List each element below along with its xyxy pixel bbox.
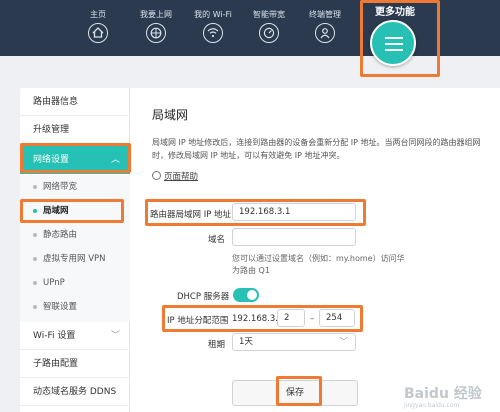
sidebar-item-label: 网络设置 [33,155,70,165]
toggle-knob [247,290,257,300]
nav-wifi[interactable]: 我的 Wi-Fi [185,0,241,43]
watermark: Baidu 经验 jingyan.baidu.com [404,386,500,412]
nav-wifi-label: 我的 Wi-Fi [194,10,232,19]
sidebar-item-wifi-settings[interactable]: Wi-Fi 设置 ﹀ [20,322,130,350]
help-icon [152,171,161,180]
sidebar-subitem-label: 智联设置 [43,302,78,312]
sidebar-item-label: 升级管理 [33,125,70,135]
menu-icon[interactable] [370,20,416,66]
ip-range-separator: – [310,314,315,324]
sidebar-item-label: 子路由配置 [33,359,79,369]
bullet-icon [33,257,37,261]
lan-content: 局域网 局域网 IP 地址修改后，连接到路由器的设备会重新分配 IP 地址。当两… [150,88,500,412]
sidebar-subitem-label: 虚拟专用网 VPN [43,254,106,264]
save-button[interactable]: 保存 [232,380,358,406]
nav-devices[interactable]: 终端管理 [297,0,353,43]
bullet-icon [33,233,37,237]
dhcp-toggle[interactable] [233,288,259,302]
sidebar-item-router-info[interactable]: 路由器信息 [20,88,130,116]
sidebar-item-upgrade[interactable]: 升级管理 [20,116,130,144]
ip-address-input[interactable]: 192.168.3.1 [232,203,356,221]
sidebar-item-label: Wi-Fi 设置 [33,331,76,341]
nav-home-label: 主页 [90,10,106,19]
lease-select[interactable]: 1天 ﹀ [232,333,356,351]
page-title: 局域网 [152,108,189,122]
sidebar-subitem-upnp[interactable]: UPnP [20,271,130,295]
sidebar-item-label: 路由器信息 [33,97,79,107]
sidebar-item-network-settings[interactable]: 网络设置 ︿ [20,146,130,174]
sidebar-submenu: 网络带宽 局域网 静态路由 虚拟专用网 VPN UPnP 智联设置 [20,175,130,322]
ip-address-label: 路由器局域网 IP 地址 [150,210,232,220]
nav-bandwidth[interactable]: 智能带宽 [241,0,297,43]
nav-bandwidth-label: 智能带宽 [253,10,285,19]
bullet-icon [33,305,37,309]
sidebar-item-label: 动态域名服务 DDNS [33,387,117,397]
sidebar-subitem-bandwidth[interactable]: 网络带宽 [20,175,130,199]
sidebar-subitem-label: UPnP [43,278,65,288]
ip-range-start-input[interactable]: 2 [277,309,305,327]
lan-description: 局域网 IP 地址修改后，连接到路由器的设备会重新分配 IP 地址。当两台同网段… [152,138,481,160]
lease-label: 租期 [208,340,226,350]
more-functions-label: 更多功能 [375,7,415,18]
sidebar-item-ddns[interactable]: 动态域名服务 DDNS [20,378,130,406]
user-icon [315,23,335,43]
watermark-main: Baidu 经验 [404,386,482,402]
bullet-icon [33,209,37,213]
chevron-up-icon: ︿ [110,155,120,165]
dhcp-label: DHCP 服务器 [177,292,230,302]
wifi-icon [203,23,223,43]
help-link-label: 页面帮助 [164,172,199,182]
nav-devices-label: 终端管理 [309,10,341,19]
more-functions[interactable]: 更多功能 [360,0,440,76]
sidebar-subitem-vpn[interactable]: 虚拟专用网 VPN [20,247,130,271]
settings-panel: 路由器信息 升级管理 网络设置 ︿ 网络带宽 局域网 静态路由 虚拟专用网 VP… [20,88,500,412]
lease-value: 1天 [239,337,253,347]
chevron-down-icon: ﹀ [339,337,348,347]
nav-internet-label: 我要上网 [140,10,172,19]
sidebar-subitem-label: 网络带宽 [43,182,78,192]
home-icon [88,23,108,43]
domain-label: 域名 [208,235,226,245]
ip-range-prefix: 192.168.3. [232,314,278,324]
sidebar-subitem-lan[interactable]: 局域网 [20,199,130,223]
domain-hint: 您可以通过设置域名（例如：my.home）访问华为路由 Q1 [232,254,405,275]
nav-home[interactable]: 主页 [70,0,126,43]
sidebar-subitem-smart-link[interactable]: 智联设置 [20,295,130,319]
globe-icon [146,23,166,43]
bullet-icon [33,281,37,285]
sidebar-subitem-label: 局域网 [43,206,69,216]
bandwidth-icon [259,23,279,43]
sidebar-subitem-label: 静态路由 [43,230,78,240]
ip-range-label: IP 地址分配范围 [167,316,229,326]
bullet-icon [33,185,37,189]
sidebar-subitem-static-route[interactable]: 静态路由 [20,223,130,247]
ip-range-end-input[interactable]: 254 [319,309,355,327]
help-link[interactable]: 页面帮助 [152,170,198,182]
sidebar-item-child-router[interactable]: 子路由配置 [20,350,130,378]
watermark-sub: jingyan.baidu.com [404,402,460,409]
sidebar: 路由器信息 升级管理 网络设置 ︿ 网络带宽 局域网 静态路由 虚拟专用网 VP… [20,88,130,412]
domain-input[interactable] [232,228,356,246]
chevron-down-icon: ﹀ [110,331,120,341]
nav-internet[interactable]: 我要上网 [128,0,184,43]
